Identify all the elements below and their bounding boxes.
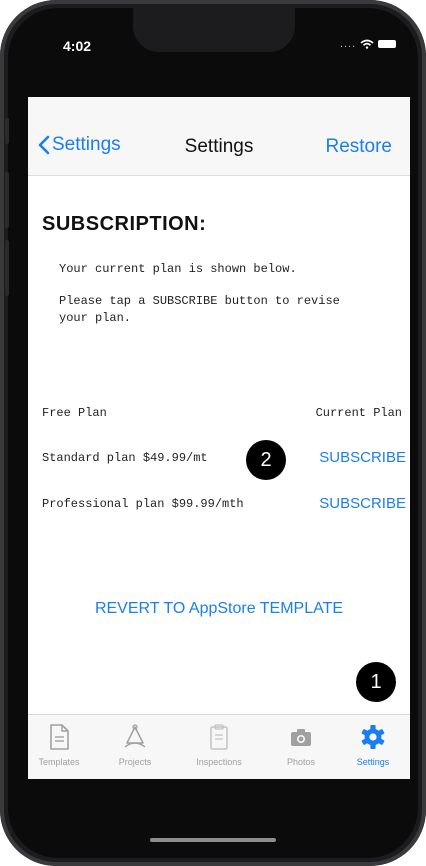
volume-up-button (5, 172, 9, 228)
revert-template-button[interactable]: REVERT TO AppStore TEMPLATE (28, 600, 410, 618)
current-plan-label: Current Plan (315, 406, 402, 420)
intro-text-instructions: Please tap a SUBSCRIBE button to revise … (59, 294, 340, 325)
status-time: 4:02 (63, 38, 92, 54)
projects-icon (124, 724, 146, 748)
annotation-badge-2: 2 (246, 440, 286, 480)
tab-label: Projects (118, 757, 152, 767)
notch (133, 8, 295, 52)
tab-photos[interactable]: Photos (266, 723, 336, 767)
battery-icon (378, 40, 397, 48)
restore-button[interactable]: Restore (325, 136, 392, 158)
subscribe-professional-button[interactable]: SUBSCRIBE (319, 495, 406, 512)
plan-row-professional: Professional plan $99.99/mth SUBSCRIBE (28, 493, 410, 517)
plan-name: Standard plan $49.99/mt (42, 451, 208, 465)
plan-row-free: Free Plan Current Plan (28, 402, 410, 426)
settings-content: SUBSCRIPTION: Your current plan is shown… (28, 176, 410, 716)
plan-name: Free Plan (42, 406, 107, 420)
navigation-bar: Settings Settings Restore (28, 97, 410, 176)
tab-label: Settings (356, 757, 390, 767)
tab-label: Inspections (196, 757, 242, 767)
volume-down-button (5, 240, 9, 296)
tab-projects[interactable]: Projects (100, 723, 170, 767)
app-screen: Settings Settings Restore SUBSCRIPTION: … (28, 97, 410, 779)
tab-settings[interactable]: Settings (338, 723, 408, 767)
plan-row-standard: Standard plan $49.99/mt SUBSCRIBE (28, 447, 410, 471)
annotation-badge-1: 1 (356, 662, 396, 702)
intro-text-current-plan: Your current plan is shown below. (59, 262, 297, 276)
tab-label: Photos (286, 757, 316, 767)
tab-inspections[interactable]: Inspections (184, 723, 254, 767)
camera-icon (291, 729, 311, 746)
subscription-heading: SUBSCRIPTION: (42, 213, 207, 235)
status-icons: .... (340, 38, 397, 50)
home-indicator (150, 838, 276, 842)
tab-bar: Templates Projects Inspections Photos Se… (28, 714, 410, 779)
gear-icon (361, 725, 385, 749)
subscribe-standard-button[interactable]: SUBSCRIBE (319, 449, 406, 466)
phone-frame: 4:02 .... Settings Settings Restore SUBS… (0, 0, 426, 866)
mute-switch (5, 118, 9, 144)
tab-label: Templates (38, 757, 80, 767)
plan-name: Professional plan $99.99/mth (42, 497, 244, 511)
wifi-icon (360, 39, 374, 49)
signal-icon: .... (340, 38, 357, 50)
clipboard-icon (210, 724, 228, 750)
document-icon (50, 724, 69, 750)
tab-templates[interactable]: Templates (28, 723, 94, 767)
